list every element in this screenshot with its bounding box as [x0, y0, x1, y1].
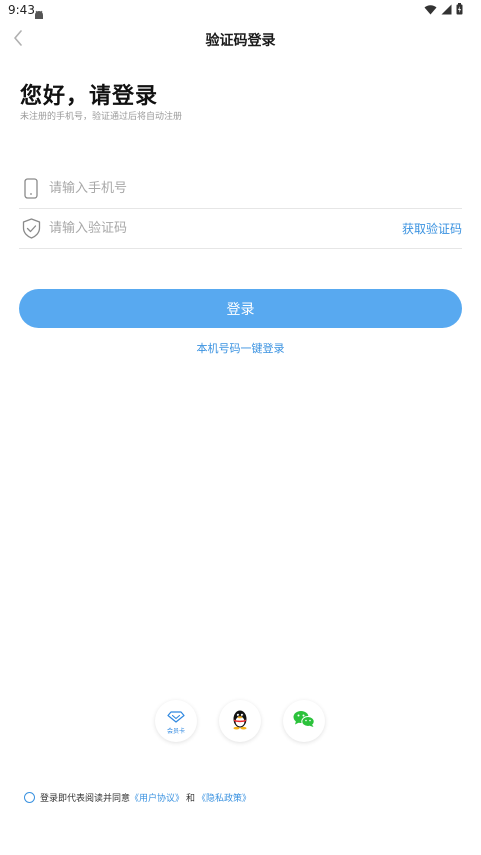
phone-icon: [21, 177, 41, 199]
agreement-row: 登录即代表阅读并同意 《用户协议》 和 《隐私政策》: [24, 790, 251, 804]
login-button[interactable]: 登录: [19, 289, 462, 328]
battery-icon: [456, 3, 463, 15]
status-bar: 9:43: [0, 0, 481, 22]
code-field-row: 获取验证码: [19, 208, 462, 249]
privacy-policy-link[interactable]: 《隐私政策》: [197, 791, 251, 804]
shield-check-icon: [21, 217, 41, 239]
diamond-icon: [167, 708, 185, 727]
qq-penguin-icon: [231, 708, 249, 734]
get-code-button[interactable]: 获取验证码: [402, 220, 462, 237]
agreement-prefix: 登录即代表阅读并同意: [40, 793, 131, 804]
android-icon: [34, 5, 44, 19]
agreement-radio[interactable]: [24, 791, 35, 803]
phone-input[interactable]: [49, 176, 369, 200]
qq-login-button[interactable]: [219, 700, 261, 742]
member-card-label: 会员卡: [166, 727, 185, 735]
status-icons: [424, 3, 463, 15]
user-agreement-link[interactable]: 《用户协议》: [130, 791, 184, 804]
wechat-icon: [293, 710, 315, 732]
page-title: 验证码登录: [205, 33, 276, 49]
status-time: 9:43: [8, 3, 35, 17]
wifi-icon: [424, 4, 437, 15]
agreement-conjunction: 和: [186, 793, 196, 804]
one-click-login-link[interactable]: 本机号码一键登录: [0, 340, 481, 356]
signal-icon: [441, 4, 452, 15]
third-party-login: 会员卡: [0, 700, 481, 744]
greeting-title: 您好，请登录: [20, 84, 159, 109]
code-input[interactable]: [49, 216, 369, 240]
phone-field-row: [19, 168, 462, 209]
member-card-login-button[interactable]: 会员卡: [155, 700, 197, 742]
greeting-subtitle: 未注册的手机号，验证通过后将自动注册: [20, 112, 183, 122]
wechat-login-button[interactable]: [283, 700, 325, 742]
top-bar: 验证码登录: [0, 24, 481, 56]
